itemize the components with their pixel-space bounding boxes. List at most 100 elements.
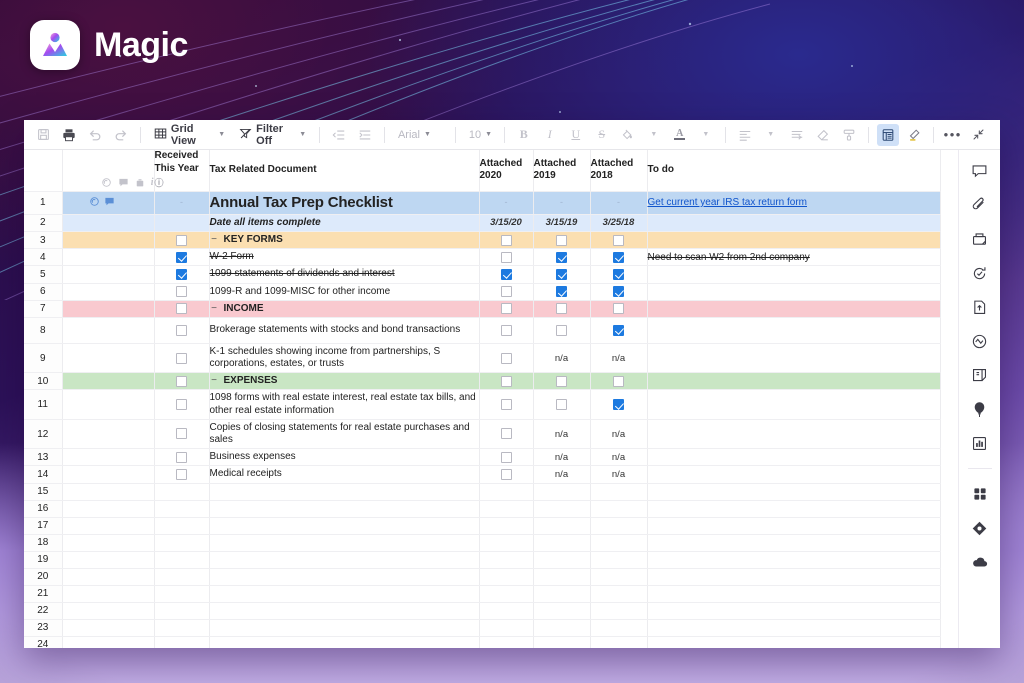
attached-2019-checkbox[interactable]: [556, 269, 567, 280]
cell-tax-related-document[interactable]: [209, 517, 479, 534]
table-style-icon[interactable]: [877, 124, 899, 146]
cell-attached-2020[interactable]: [479, 283, 533, 300]
cell-attached-2020[interactable]: [479, 300, 533, 317]
collapse-group-icon[interactable]: −: [210, 303, 219, 315]
history-icon[interactable]: [969, 262, 991, 284]
cell-attached-2020[interactable]: [479, 266, 533, 283]
row-number[interactable]: 14: [24, 466, 62, 483]
bold-button[interactable]: B: [513, 124, 535, 146]
fill-color-icon[interactable]: [617, 124, 639, 146]
column-header-attached-2018[interactable]: Attached 2018: [590, 150, 647, 191]
row-icons-cell[interactable]: [62, 419, 154, 448]
table-row[interactable]: 1-Annual Tax Prep Checklist---Get curren…: [24, 191, 940, 214]
cell-received-this-year[interactable]: [154, 449, 209, 466]
attached-2018-checkbox[interactable]: [613, 399, 624, 410]
cell-attached-2018[interactable]: [590, 619, 647, 636]
cell-received-this-year[interactable]: [154, 266, 209, 283]
table-row[interactable]: 12 Copies of closing statements for real …: [24, 419, 940, 448]
table-row[interactable]: 17: [24, 517, 940, 534]
cell-tax-related-document[interactable]: [209, 500, 479, 517]
cell-tax-related-document[interactable]: Brokerage statements with stocks and bon…: [209, 317, 479, 343]
cell-tax-related-document[interactable]: K-1 schedules showing income from partne…: [209, 343, 479, 372]
table-row[interactable]: 15: [24, 483, 940, 500]
row-number[interactable]: 12: [24, 419, 62, 448]
cell-to-do[interactable]: [647, 373, 940, 390]
cell-attached-2018[interactable]: [590, 585, 647, 602]
row-number[interactable]: 10: [24, 373, 62, 390]
cell-attached-2020[interactable]: [479, 449, 533, 466]
info-icon[interactable]: i: [151, 178, 154, 188]
link-icon[interactable]: [101, 177, 112, 188]
redo-icon[interactable]: [110, 124, 132, 146]
cell-attached-2019[interactable]: [533, 619, 590, 636]
received-checkbox[interactable]: [176, 269, 187, 280]
cell-tax-related-document[interactable]: [209, 602, 479, 619]
cell-to-do[interactable]: [647, 619, 940, 636]
attached-2019-checkbox[interactable]: [556, 399, 567, 410]
comment-icon[interactable]: [118, 177, 129, 188]
text-color-chevron-down-icon[interactable]: ▼: [695, 124, 717, 146]
cell-to-do[interactable]: [647, 551, 940, 568]
cell-attached-2020[interactable]: [479, 373, 533, 390]
attachment-icon[interactable]: [969, 194, 991, 216]
table-row[interactable]: 24: [24, 636, 940, 648]
cell-attached-2019[interactable]: n/a: [533, 343, 590, 372]
table-row[interactable]: 18: [24, 534, 940, 551]
attached-2018-checkbox[interactable]: [613, 376, 624, 387]
cell-tax-related-document[interactable]: [209, 585, 479, 602]
row-icons-cell[interactable]: [62, 568, 154, 585]
collapse-group-icon[interactable]: −: [210, 375, 219, 387]
row-icons-cell[interactable]: [62, 300, 154, 317]
cell-to-do[interactable]: [647, 568, 940, 585]
cell-attached-2019[interactable]: 3/15/19: [533, 214, 590, 231]
table-row[interactable]: 8 Brokerage statements with stocks and bo…: [24, 317, 940, 343]
cell-attached-2020[interactable]: 3/15/20: [479, 214, 533, 231]
attached-2020-checkbox[interactable]: [501, 353, 512, 364]
cell-received-this-year[interactable]: [154, 249, 209, 266]
row-number[interactable]: 22: [24, 602, 62, 619]
table-row[interactable]: 14Medical receiptsn/an/a: [24, 466, 940, 483]
info-circle-icon[interactable]: ⓘ: [155, 178, 164, 189]
cell-attached-2020[interactable]: [479, 483, 533, 500]
cell-received-this-year[interactable]: -: [154, 191, 209, 214]
cell-attached-2020[interactable]: [479, 517, 533, 534]
cell-received-this-year[interactable]: [154, 551, 209, 568]
cell-attached-2018[interactable]: [590, 568, 647, 585]
column-header-received-this-year[interactable]: Received This Year ⓘ: [154, 150, 209, 191]
cell-to-do[interactable]: [647, 602, 940, 619]
format-painter-icon[interactable]: [838, 124, 860, 146]
strikethrough-button[interactable]: S: [591, 124, 613, 146]
cell-tax-related-document[interactable]: Copies of closing statements for real es…: [209, 419, 479, 448]
cell-received-this-year[interactable]: [154, 534, 209, 551]
received-checkbox[interactable]: [176, 286, 187, 297]
cell-to-do[interactable]: Get current year IRS tax return form: [647, 191, 940, 214]
received-checkbox[interactable]: [176, 399, 187, 410]
row-number[interactable]: 8: [24, 317, 62, 343]
italic-button[interactable]: I: [539, 124, 561, 146]
row-number[interactable]: 4: [24, 249, 62, 266]
table-row[interactable]: 10−EXPENSES: [24, 373, 940, 390]
row-icons-cell[interactable]: [62, 619, 154, 636]
collapse-group-icon[interactable]: −: [210, 234, 219, 246]
table-row[interactable]: 19: [24, 551, 940, 568]
cell-attached-2020[interactable]: [479, 249, 533, 266]
cell-to-do[interactable]: [647, 449, 940, 466]
cell-received-this-year[interactable]: [154, 390, 209, 419]
cell-received-this-year[interactable]: [154, 500, 209, 517]
cell-to-do[interactable]: [647, 266, 940, 283]
received-checkbox[interactable]: [176, 452, 187, 463]
row-icons-cell[interactable]: [62, 534, 154, 551]
cell-attached-2019[interactable]: [533, 231, 590, 248]
row-number[interactable]: 6: [24, 283, 62, 300]
cell-received-this-year[interactable]: [154, 636, 209, 648]
cell-attached-2020[interactable]: [479, 390, 533, 419]
cell-to-do[interactable]: [647, 500, 940, 517]
cell-attached-2018[interactable]: [590, 517, 647, 534]
fill-color-chevron-down-icon[interactable]: ▼: [643, 124, 665, 146]
cell-to-do[interactable]: [647, 283, 940, 300]
cell-attached-2019[interactable]: [533, 300, 590, 317]
cell-to-do[interactable]: [647, 300, 940, 317]
attached-2019-checkbox[interactable]: [556, 252, 567, 263]
trash-icon[interactable]: [135, 178, 145, 188]
cell-attached-2020[interactable]: [479, 500, 533, 517]
